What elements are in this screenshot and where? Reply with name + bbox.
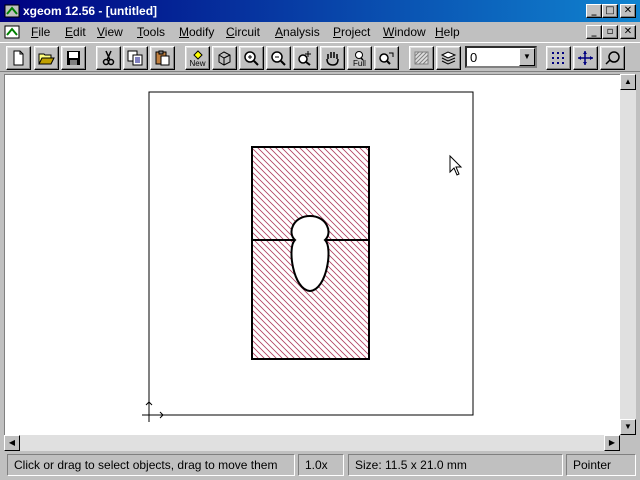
doc-restore-button[interactable]: ▫ <box>602 25 618 39</box>
regenerate-icon <box>379 52 394 65</box>
toolbar: New Full <box>0 42 640 72</box>
zoom-out-icon <box>271 51 286 66</box>
status-zoom: 1.0x <box>298 454 344 476</box>
pan-button[interactable] <box>320 46 345 70</box>
snap-icon <box>605 51 620 65</box>
new-file-button[interactable] <box>6 46 31 70</box>
menu-circuit[interactable]: Circuit <box>226 25 260 39</box>
paste-icon <box>155 50 170 66</box>
3d-button[interactable] <box>212 46 237 70</box>
copy-icon <box>127 50 143 66</box>
menu-modify[interactable]: Modify <box>179 25 214 39</box>
status-mode: Pointer <box>566 454 636 476</box>
snap-button[interactable] <box>600 46 625 70</box>
move-button[interactable] <box>573 46 598 70</box>
status-size: Size: 11.5 x 21.0 mm <box>348 454 563 476</box>
scroll-left-button[interactable]: ◀ <box>4 435 20 451</box>
zoom-in-icon <box>244 51 259 66</box>
hatch-icon <box>414 51 429 65</box>
maximize-button[interactable]: □ <box>602 4 618 18</box>
close-button[interactable]: ✕ <box>620 4 636 18</box>
layer-stack-button[interactable] <box>436 46 461 70</box>
paste-button[interactable] <box>150 46 175 70</box>
zoom-in-button[interactable] <box>239 46 264 70</box>
app-icon[interactable] <box>4 3 20 19</box>
menu-analysis[interactable]: Analysis <box>275 25 320 39</box>
regenerate-button[interactable] <box>374 46 399 70</box>
scroll-down-button[interactable]: ▼ <box>620 419 636 435</box>
hole-outline[interactable] <box>290 214 330 293</box>
layer-stack-icon <box>440 51 457 65</box>
zoom-full-button[interactable]: Full <box>347 46 372 70</box>
grid-button[interactable] <box>546 46 571 70</box>
scroll-right-button[interactable]: ▶ <box>604 435 620 451</box>
hand-pan-icon <box>326 52 339 66</box>
horizontal-scrollbar[interactable]: ◀ ▶ <box>4 435 620 451</box>
menu-help[interactable]: Help <box>435 25 460 39</box>
menu-view[interactable]: View <box>97 25 123 39</box>
origin-marker <box>142 401 164 422</box>
scroll-up-button[interactable]: ▲ <box>620 74 636 90</box>
layer-value: 0 <box>470 50 478 65</box>
save-button[interactable] <box>61 46 86 70</box>
menu-tools[interactable]: Tools <box>137 25 165 39</box>
new-file-icon <box>13 50 24 66</box>
menu-file[interactable]: File <box>31 25 50 39</box>
full-label: Full <box>353 59 366 68</box>
doc-minimize-button[interactable]: _ <box>586 25 602 39</box>
cut-button[interactable] <box>96 46 121 70</box>
mouse-pointer-icon <box>449 154 463 176</box>
zoom-region-icon <box>298 51 311 66</box>
status-hint: Click or drag to select objects, drag to… <box>7 454 295 476</box>
move-arrows-icon <box>578 51 593 65</box>
menu-edit[interactable]: Edit <box>65 25 86 39</box>
title-bar: xgeom 12.56 - [untitled] _ □ ✕ <box>0 0 640 22</box>
geometry-drawing[interactable] <box>5 75 621 436</box>
layer-select[interactable]: 0 ▼ <box>465 46 537 68</box>
scissors-icon <box>102 50 115 66</box>
save-disk-icon <box>67 51 80 65</box>
grid-icon <box>552 52 564 64</box>
drawing-canvas[interactable] <box>4 74 620 435</box>
menu-project[interactable]: Project <box>333 25 370 39</box>
scroll-corner <box>620 435 636 451</box>
3d-box-icon <box>218 51 231 66</box>
copy-button[interactable] <box>123 46 148 70</box>
new-label: New <box>189 59 206 68</box>
menu-window[interactable]: Window <box>383 25 426 39</box>
minimize-button[interactable]: _ <box>586 4 602 18</box>
new-geometry-button[interactable]: New <box>185 46 210 70</box>
open-button[interactable] <box>34 46 59 70</box>
open-folder-icon <box>38 53 55 65</box>
window-title: xgeom 12.56 - [untitled] <box>23 4 158 18</box>
zoom-region-button[interactable] <box>293 46 318 70</box>
document-icon[interactable] <box>4 24 20 40</box>
chevron-down-icon[interactable]: ▼ <box>519 48 535 66</box>
zoom-out-button[interactable] <box>266 46 291 70</box>
doc-close-button[interactable]: ✕ <box>620 25 636 39</box>
vertical-scrollbar[interactable]: ▲ ▼ <box>620 74 636 435</box>
status-bar: Click or drag to select objects, drag to… <box>0 452 640 480</box>
hatch-button[interactable] <box>409 46 434 70</box>
menu-bar: File Edit View Tools Modify Circuit Anal… <box>0 22 640 42</box>
